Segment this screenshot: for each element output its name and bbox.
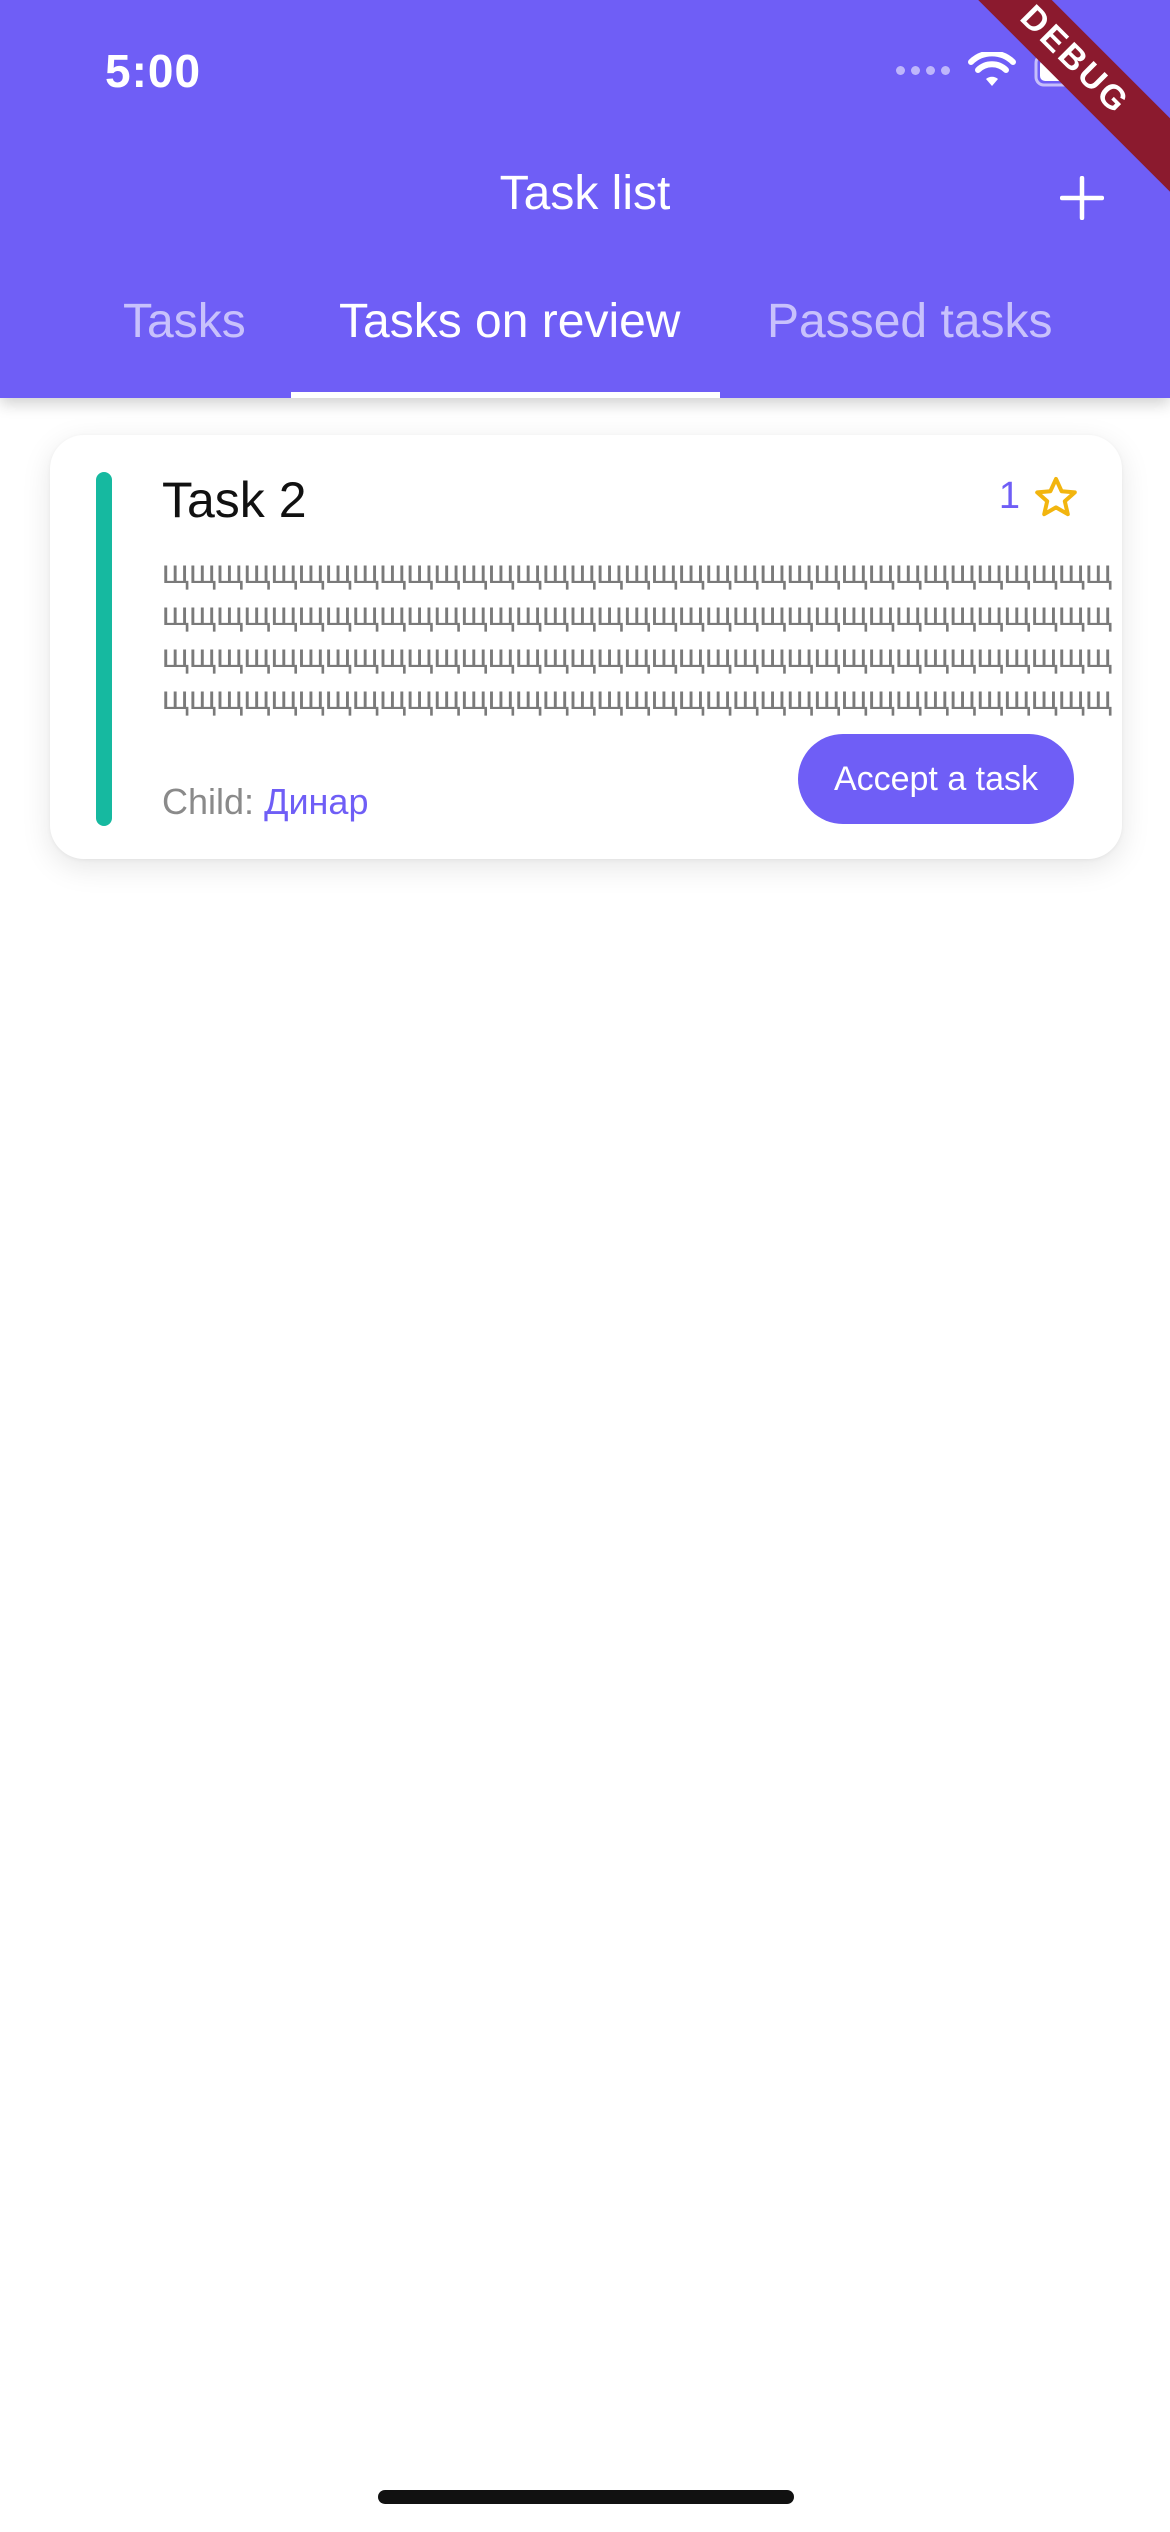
points-value: 1 [998,475,1020,517]
task-description: щщщщщщщщщщщщщщщщщщщщщщщщщщщщщщщщщщщщщщщщ… [162,553,1113,723]
star-icon [1035,476,1077,516]
tab-bar: Tasks Tasks on review Passed tasks [0,282,1170,398]
signal-dots-icon [896,65,950,75]
tab-indicator [291,392,720,398]
add-task-button[interactable] [1052,168,1112,228]
task-card[interactable]: Task 2 1 щщщщщщщщщщщщщщщщщщщщщщщщщщщщщщщ… [50,435,1122,859]
status-time: 5:00 [105,45,202,97]
home-indicator [378,2490,794,2504]
child-info: Child: Динар [162,781,368,823]
child-label: Child: [162,781,255,822]
plus-icon [1060,176,1104,220]
app-bar: 5:00 Task list Tasks Tasks on review Pas… [0,0,1170,398]
task-title: Task 2 [162,472,307,528]
task-points: 1 [999,475,1078,518]
page-title: Task list [499,167,671,220]
tab-tasks[interactable]: Tasks [123,294,246,349]
accept-task-button[interactable]: Accept a task [798,734,1074,824]
wifi-icon [968,52,1016,86]
tab-passed-tasks[interactable]: Passed tasks [767,294,1052,349]
tab-tasks-on-review[interactable]: Tasks on review [339,294,680,349]
child-name: Динар [264,781,369,822]
task-accent-bar [96,472,112,826]
